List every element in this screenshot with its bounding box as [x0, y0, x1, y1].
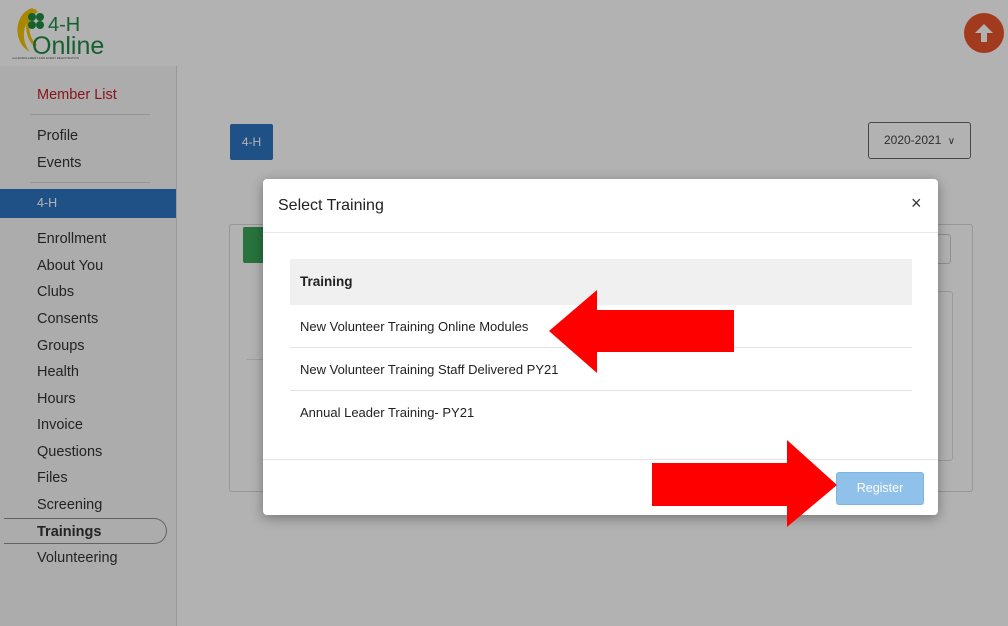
- annotation-arrow-register: [652, 440, 837, 527]
- modal-header: Select Training ×: [263, 179, 938, 233]
- table-row[interactable]: Annual Leader Training- PY21: [290, 391, 912, 434]
- register-button[interactable]: Register: [836, 472, 924, 505]
- close-icon[interactable]: ×: [911, 193, 922, 214]
- annotation-arrow-training: [549, 290, 734, 373]
- modal-title: Select Training: [278, 197, 384, 214]
